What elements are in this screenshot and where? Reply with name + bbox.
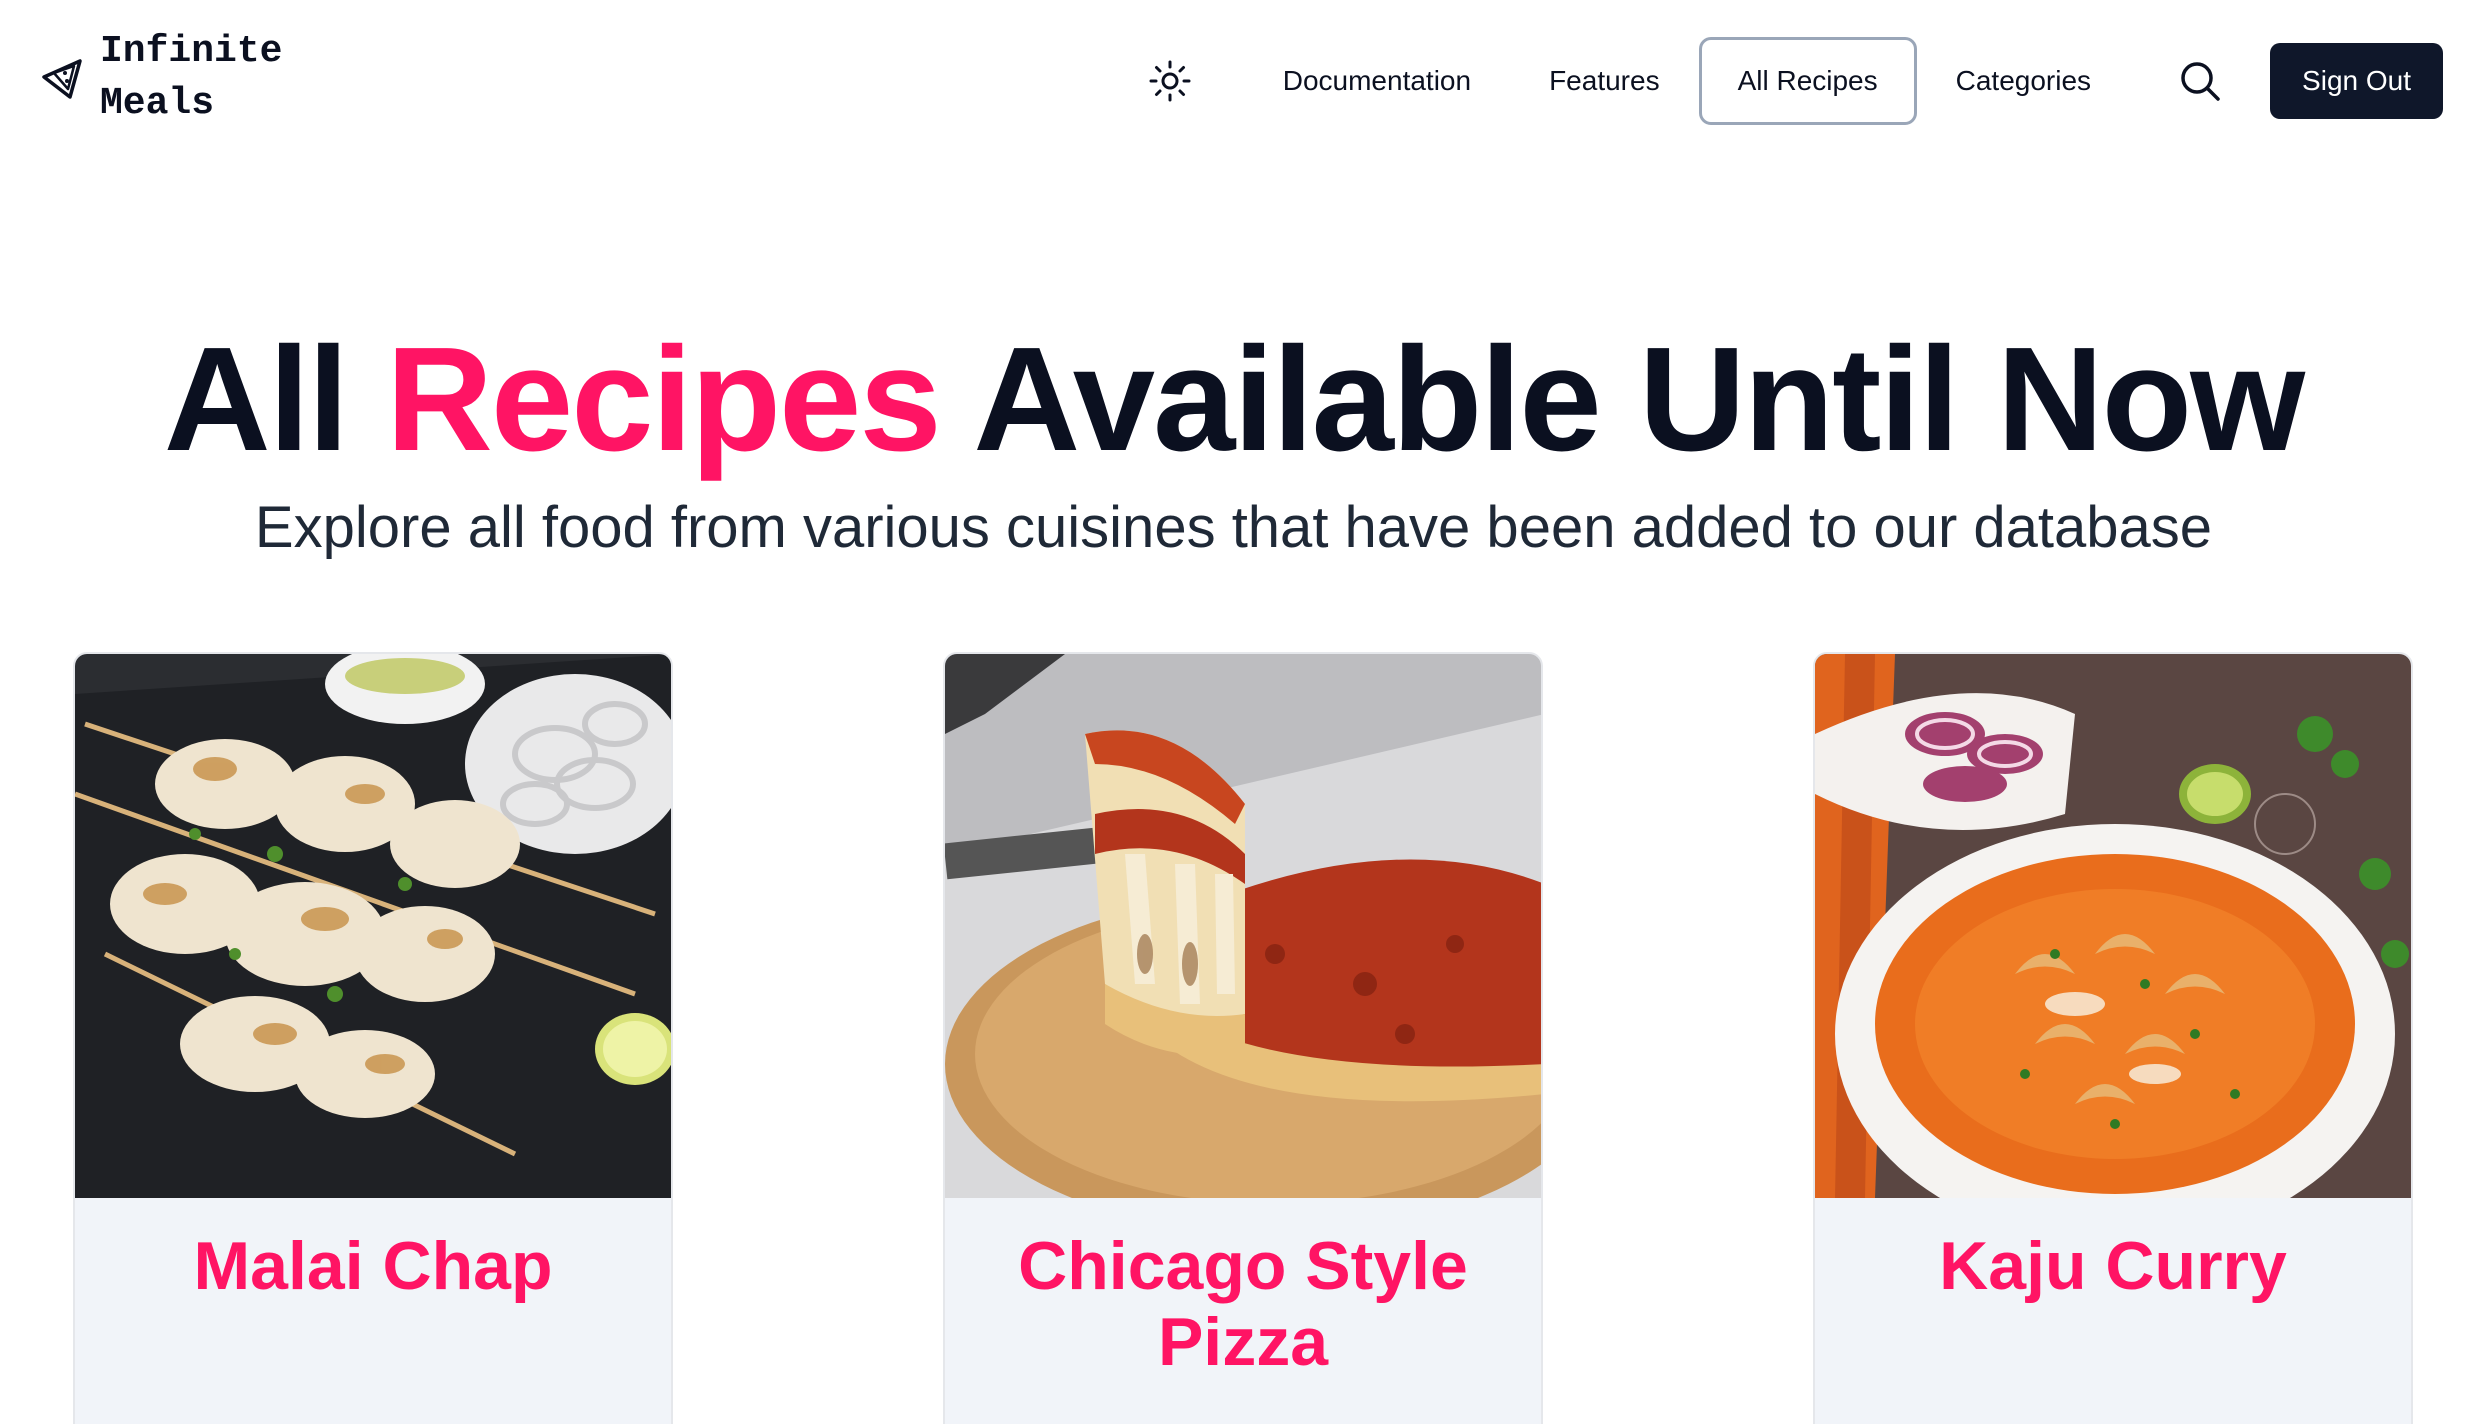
title-part-2: Available Until Now — [973, 317, 2305, 482]
recipe-card-malai-chap[interactable]: Malai Chap — [73, 652, 673, 1424]
recipe-card-kaju-curry[interactable]: Kaju Curry — [1813, 652, 2413, 1424]
pizza-slice-icon — [42, 59, 82, 99]
recipe-image — [945, 654, 1541, 1198]
title-part-1: All — [163, 317, 349, 482]
recipe-card-chicago-style-pizza[interactable]: Chicago Style Pizza — [943, 652, 1543, 1424]
page-subtitle: Explore all food from various cuisines t… — [254, 495, 2213, 560]
brand-name-line1: Infinite — [100, 30, 283, 73]
nav-link-documentation[interactable]: Documentation — [1244, 37, 1510, 125]
search-icon — [2181, 62, 2220, 101]
recipe-title: Kaju Curry — [1939, 1228, 2287, 1304]
recipe-title: Chicago Style Pizza — [1018, 1228, 1468, 1380]
title-accent: Recipes — [386, 317, 942, 482]
search-button[interactable] — [2170, 51, 2230, 111]
site-header: Infinite Meals Documentation Features Al… — [0, 0, 2467, 160]
sign-out-button[interactable]: Sign Out — [2270, 43, 2443, 119]
recipe-image — [75, 654, 671, 1198]
recipe-image — [1815, 654, 2411, 1198]
main-nav: Documentation Features All Recipes Categ… — [1140, 36, 2443, 126]
page-title: All Recipes Available Until Now — [0, 315, 2467, 485]
brand-logo[interactable]: Infinite Meals — [40, 26, 282, 130]
nav-link-all-recipes[interactable]: All Recipes — [1698, 37, 1917, 125]
recipe-title: Malai Chap — [193, 1228, 553, 1304]
brand-name: Infinite Meals — [100, 26, 282, 130]
nav-link-features[interactable]: Features — [1510, 37, 1699, 125]
nav-link-categories[interactable]: Categories — [1917, 37, 2130, 125]
sun-icon — [1149, 60, 1191, 102]
brand-name-line2: Meals — [100, 82, 215, 125]
theme-toggle-button[interactable] — [1140, 51, 1200, 111]
